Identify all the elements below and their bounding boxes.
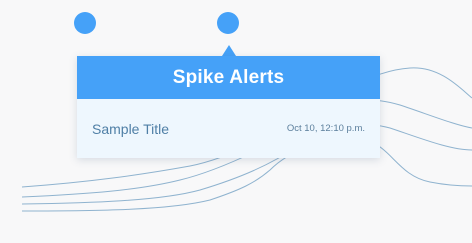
popup-pointer — [222, 45, 236, 56]
alert-timestamp: Oct 10, 12:10 p.m. — [286, 123, 365, 134]
alert-title: Sample Title — [92, 120, 170, 137]
alert-list-item[interactable]: Sample Title Oct 10, 12:10 p.m. — [77, 99, 380, 158]
spike-alerts-popup: Spike Alerts Sample Title Oct 10, 12:10 … — [77, 56, 380, 158]
chart-marker-dot[interactable] — [74, 12, 96, 34]
popup-header: Spike Alerts — [77, 56, 380, 99]
popup-title: Spike Alerts — [172, 66, 285, 88]
chart-marker-dot-selected[interactable] — [217, 12, 239, 34]
